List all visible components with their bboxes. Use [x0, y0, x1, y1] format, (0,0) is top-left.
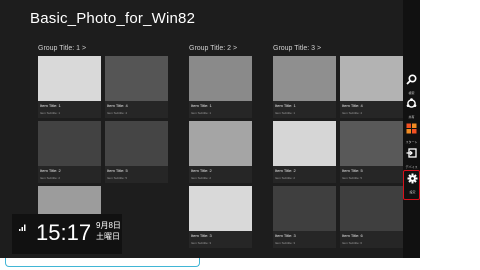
item-subtitle: Item Subtitle: 4: [107, 111, 128, 115]
app-window: Basic_Photo_for_Win82 Group Title: 1 > I…: [0, 0, 403, 258]
charm-devices[interactable]: デバイス: [403, 146, 420, 173]
item-title: Item Title: 4: [342, 103, 363, 108]
charm-label: 共有: [408, 115, 415, 119]
item-title: Item Title: 3: [275, 233, 296, 238]
item-subtitle: Item Subtitle: 3: [275, 241, 296, 245]
item-title: Item Title: 3: [191, 233, 212, 238]
item-tile[interactable]: Item Title: 1 Item Subtitle: 1: [38, 56, 101, 118]
item-tile[interactable]: Item Title: 1 Item Subtitle: 1: [189, 56, 252, 118]
item-tile[interactable]: Item Title: 5 Item Subtitle: 5: [105, 121, 168, 183]
item-tile[interactable]: Item Title: 6 Item Subtitle: 6: [340, 186, 403, 248]
item-tile[interactable]: Item Title: 1 Item Subtitle: 1: [273, 56, 336, 118]
item-title: Item Title: 5: [107, 168, 128, 173]
group-title-2[interactable]: Group Title: 2 >: [189, 44, 237, 53]
gear-icon: [407, 173, 418, 184]
item-subtitle: Item Subtitle: 5: [342, 176, 363, 180]
charm-search[interactable]: 検索: [403, 72, 420, 99]
share-icon: [406, 98, 417, 108]
clock-time: 15:17: [36, 220, 92, 245]
item-subtitle: Item Subtitle: 2: [40, 176, 61, 180]
clock-date: 9月8日: [96, 221, 121, 230]
clock-overlay: 15:17 9月8日 土曜日: [12, 214, 122, 254]
charms-bar: 検索 共有 スタート デバイス 設定: [403, 0, 420, 258]
item-tile[interactable]: Item Title: 2 Item Subtitle: 2: [189, 121, 252, 183]
item-subtitle: Item Subtitle: 1: [191, 111, 212, 115]
item-subtitle: Item Subtitle: 1: [40, 111, 61, 115]
item-title: Item Title: 2: [191, 168, 212, 173]
item-title: Item Title: 2: [40, 168, 61, 173]
devices-icon: [406, 148, 417, 158]
item-tile[interactable]: Item Title: 3 Item Subtitle: 3: [189, 186, 252, 248]
item-title: Item Title: 2: [275, 168, 296, 173]
group-title-3[interactable]: Group Title: 3 >: [273, 44, 321, 53]
item-subtitle: Item Subtitle: 1: [275, 111, 296, 115]
item-tile[interactable]: Item Title: 2 Item Subtitle: 2: [273, 121, 336, 183]
page-title: Basic_Photo_for_Win82: [30, 10, 196, 27]
windows-logo-icon: [406, 123, 417, 134]
item-title: Item Title: 5: [342, 168, 363, 173]
scroll-indicator[interactable]: [5, 258, 200, 267]
item-subtitle: Item Subtitle: 4: [342, 111, 363, 115]
item-subtitle: Item Subtitle: 5: [107, 176, 128, 180]
charm-label: 検索: [408, 91, 415, 95]
item-tile[interactable]: Item Title: 4 Item Subtitle: 4: [340, 56, 403, 118]
item-subtitle: Item Subtitle: 2: [275, 176, 296, 180]
clock-day: 土曜日: [96, 232, 120, 241]
charm-start[interactable]: スタート: [403, 121, 420, 148]
group-title-1[interactable]: Group Title: 1 >: [38, 44, 86, 53]
item-tile[interactable]: Item Title: 3 Item Subtitle: 3: [273, 186, 336, 248]
item-tile[interactable]: Item Title: 2 Item Subtitle: 2: [38, 121, 101, 183]
item-title: Item Title: 1: [275, 103, 296, 108]
charm-label: 設定: [409, 190, 416, 194]
item-tile[interactable]: Item Title: 4 Item Subtitle: 4: [105, 56, 168, 118]
search-icon: [406, 74, 417, 85]
signal-icon: [19, 224, 26, 233]
item-subtitle: Item Subtitle: 2: [191, 176, 212, 180]
item-tile[interactable]: Item Title: 5 Item Subtitle: 5: [340, 121, 403, 183]
charm-label: スタート: [405, 140, 418, 144]
charm-settings[interactable]: 設定: [403, 170, 420, 200]
item-title: Item Title: 1: [40, 103, 61, 108]
charm-label: デバイス: [405, 165, 418, 169]
item-title: Item Title: 6: [342, 233, 363, 238]
item-subtitle: Item Subtitle: 3: [191, 241, 212, 245]
item-title: Item Title: 1: [191, 103, 212, 108]
charm-share[interactable]: 共有: [403, 96, 420, 123]
item-title: Item Title: 4: [107, 103, 128, 108]
item-subtitle: Item Subtitle: 6: [342, 241, 363, 245]
